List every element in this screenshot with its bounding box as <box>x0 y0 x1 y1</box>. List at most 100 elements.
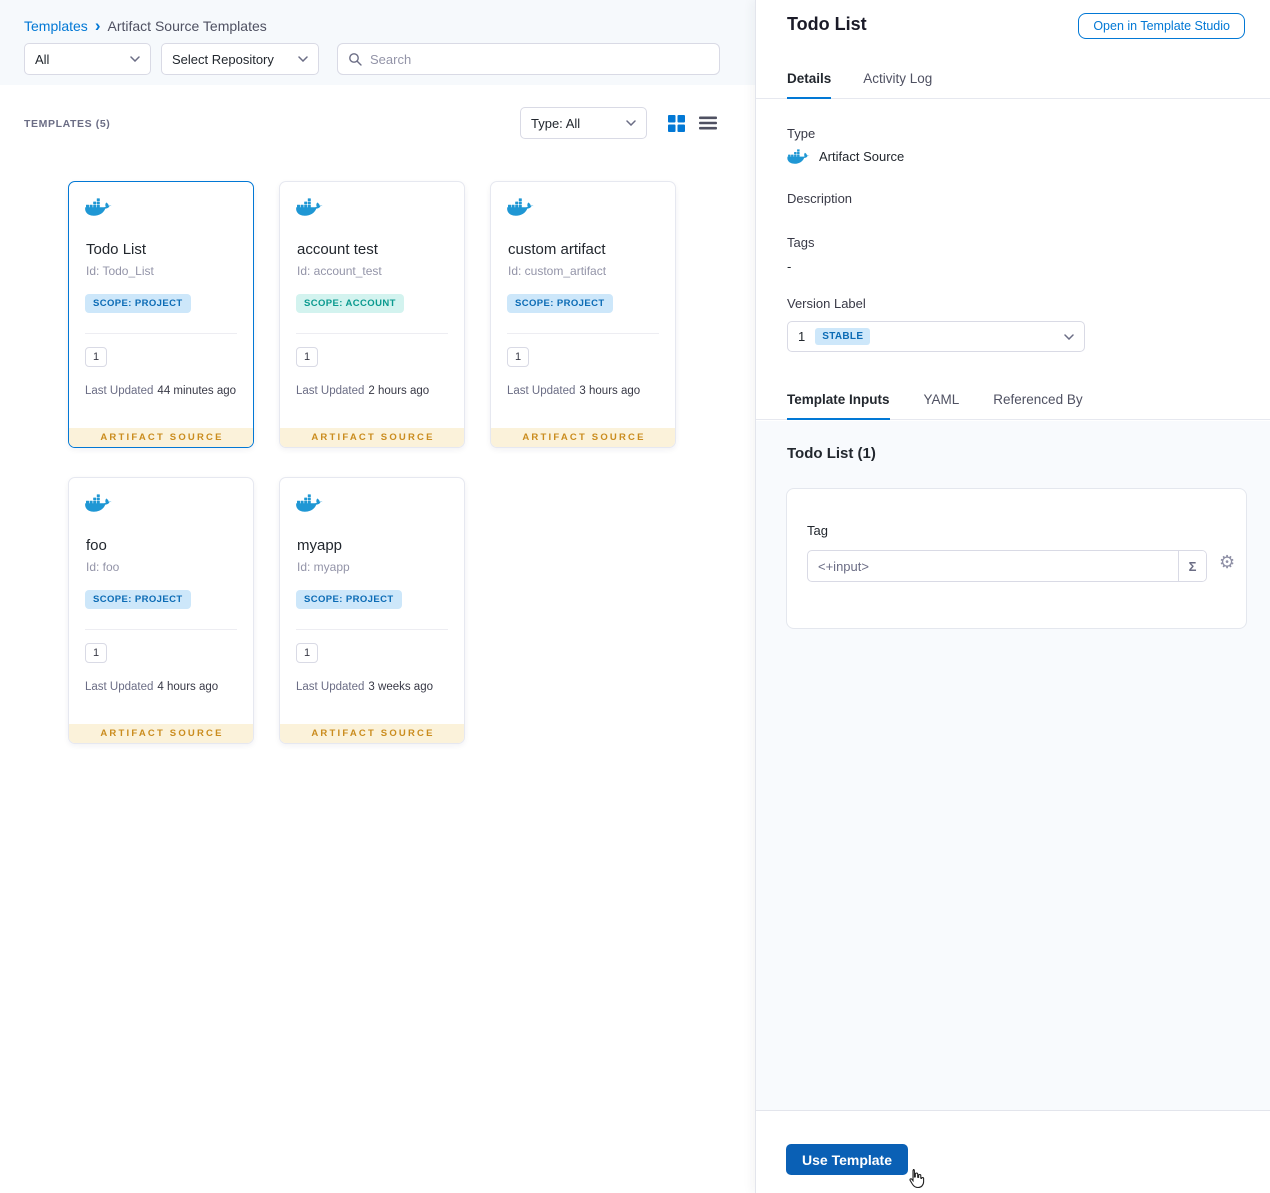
expression-sigma-icon[interactable]: Σ <box>1178 551 1206 581</box>
panel-tabs: Details Activity Log <box>756 59 1270 99</box>
panel-footer: Use Template <box>756 1110 1270 1193</box>
type-value: Artifact Source <box>787 149 904 164</box>
template-id: Id: foo <box>86 560 120 574</box>
type-value-text: Artifact Source <box>819 149 905 164</box>
template-id: Id: account_test <box>297 264 382 278</box>
tab-referenced-by[interactable]: Referenced By <box>993 380 1082 419</box>
scope-badge: SCOPE: PROJECT <box>296 590 402 609</box>
search-icon <box>348 52 362 66</box>
template-id: Id: custom_artifact <box>508 264 607 278</box>
artifact-source-ribbon: ARTIFACT SOURCE <box>280 724 464 743</box>
breadcrumb-current: Artifact Source Templates <box>107 18 267 34</box>
tab-yaml[interactable]: YAML <box>924 380 960 419</box>
template-card-myapp[interactable]: myapp Id: myapp SCOPE: PROJECT 1 Last Up… <box>279 477 465 744</box>
chevron-down-icon <box>298 56 308 62</box>
version-select[interactable]: 1 STABLE <box>787 321 1085 352</box>
template-name: Todo List <box>86 241 147 258</box>
version-chip: 1 <box>85 347 108 367</box>
template-name: account test <box>297 241 378 258</box>
artifact-source-ribbon: ARTIFACT SOURCE <box>69 724 253 743</box>
version-chip: 1 <box>296 643 319 663</box>
tag-input[interactable] <box>808 551 1178 581</box>
grid-view-icon[interactable] <box>667 114 686 133</box>
description-label: Description <box>787 191 853 206</box>
template-card-todo-list[interactable]: Todo List Id: Todo_List SCOPE: PROJECT 1… <box>68 181 254 448</box>
template-name: foo <box>86 537 107 554</box>
template-name: custom artifact <box>508 241 606 258</box>
tab-details[interactable]: Details <box>787 59 832 99</box>
chevron-down-icon <box>1064 333 1074 340</box>
version-chip: 1 <box>85 643 108 663</box>
template-card-account-test[interactable]: account test Id: account_test SCOPE: ACC… <box>279 181 465 448</box>
docker-icon <box>507 198 534 221</box>
template-card-custom-artifact[interactable]: custom artifact Id: custom_artifact SCOP… <box>490 181 676 448</box>
version-chip: 1 <box>296 347 319 367</box>
artifact-source-ribbon: ARTIFACT SOURCE <box>491 428 675 447</box>
search-input[interactable] <box>370 51 709 67</box>
type-filter-value: Type: All <box>531 115 581 131</box>
chevron-down-icon <box>130 56 140 62</box>
last-updated: Last Updated 3 hours ago <box>507 385 641 397</box>
breadcrumb: Templates › Artifact Source Templates <box>24 16 267 35</box>
card-divider <box>85 629 237 630</box>
tab-activity-log[interactable]: Activity Log <box>863 59 932 98</box>
list-view-icon[interactable] <box>698 114 718 132</box>
template-card-foo[interactable]: foo Id: foo SCOPE: PROJECT 1 Last Update… <box>68 477 254 744</box>
docker-icon <box>85 494 112 517</box>
panel-title: Todo List <box>787 14 867 34</box>
scope-filter-select[interactable]: All <box>24 43 151 75</box>
template-id: Id: myapp <box>297 560 350 574</box>
top-filter-bar: Templates › Artifact Source Templates Al… <box>0 0 755 85</box>
scope-badge: SCOPE: ACCOUNT <box>296 294 404 313</box>
docker-icon <box>296 198 323 221</box>
card-divider <box>296 333 448 334</box>
use-template-button[interactable]: Use Template <box>786 1144 908 1175</box>
tab-template-inputs[interactable]: Template Inputs <box>787 380 890 420</box>
search-box <box>337 43 720 75</box>
tags-label: Tags <box>787 235 815 250</box>
tag-input-wrap: Σ <box>807 550 1207 582</box>
repository-filter-select[interactable]: Select Repository <box>161 43 319 75</box>
inputs-title: Todo List (1) <box>787 445 876 462</box>
template-name: myapp <box>297 537 343 554</box>
version-value: 1 <box>798 329 806 344</box>
card-divider <box>296 629 448 630</box>
docker-icon <box>787 149 810 164</box>
template-inputs-section: Todo List (1) Tag Σ ⚙ <box>756 421 1270 1110</box>
docker-icon <box>85 198 112 221</box>
open-in-template-studio-button[interactable]: Open in Template Studio <box>1078 13 1245 39</box>
tags-value: - <box>787 259 792 274</box>
type-filter-select[interactable]: Type: All <box>520 107 647 139</box>
last-updated: Last Updated 2 hours ago <box>296 385 430 397</box>
card-divider <box>507 333 659 334</box>
last-updated: Last Updated 3 weeks ago <box>296 681 433 693</box>
stable-badge: STABLE <box>815 328 871 345</box>
card-divider <box>85 333 237 334</box>
last-updated: Last Updated 4 hours ago <box>85 681 219 693</box>
template-card-grid: Todo List Id: Todo_List SCOPE: PROJECT 1… <box>68 181 676 744</box>
gear-icon[interactable]: ⚙ <box>1219 553 1235 571</box>
breadcrumb-templates-link[interactable]: Templates <box>24 18 88 34</box>
version-chip: 1 <box>507 347 530 367</box>
tag-input-card: Tag Σ ⚙ <box>786 488 1247 629</box>
last-updated: Last Updated 44 minutes ago <box>85 385 237 397</box>
scope-filter-value: All <box>35 51 50 67</box>
type-label: Type <box>787 126 816 141</box>
templates-page: Templates › Artifact Source Templates Al… <box>0 0 755 1193</box>
tag-label: Tag <box>807 523 828 538</box>
scope-badge: SCOPE: PROJECT <box>507 294 613 313</box>
scope-badge: SCOPE: PROJECT <box>85 294 191 313</box>
docker-icon <box>296 494 323 517</box>
version-label: Version Label <box>787 296 866 311</box>
template-details-panel: Todo List Open in Template Studio Detail… <box>755 0 1270 1193</box>
templates-count: TEMPLATES (5) <box>24 118 111 130</box>
artifact-source-ribbon: ARTIFACT SOURCE <box>280 428 464 447</box>
artifact-source-ribbon: ARTIFACT SOURCE <box>69 428 253 447</box>
scope-badge: SCOPE: PROJECT <box>85 590 191 609</box>
app-window: Templates › Artifact Source Templates Al… <box>0 0 1270 1193</box>
template-id: Id: Todo_List <box>86 264 154 278</box>
breadcrumb-chevron-icon: › <box>94 16 101 35</box>
chevron-down-icon <box>626 120 636 126</box>
repository-filter-value: Select Repository <box>172 51 274 67</box>
inner-tabs: Template Inputs YAML Referenced By <box>756 380 1270 420</box>
